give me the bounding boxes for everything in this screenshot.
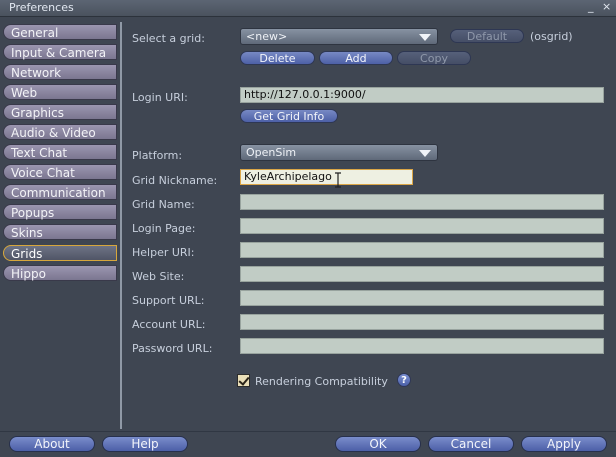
website-label: Web Site: xyxy=(132,270,185,283)
delete-button[interactable]: Delete xyxy=(240,51,315,65)
login-uri-field[interactable]: http://127.0.0.1:9000/ xyxy=(240,87,604,103)
select-grid-label: Select a grid: xyxy=(132,32,205,45)
platform-dropdown[interactable]: OpenSim xyxy=(240,144,438,161)
default-button[interactable]: Default xyxy=(450,29,524,43)
account-url-label: Account URL: xyxy=(132,318,206,331)
text-cursor-icon xyxy=(335,172,341,188)
cancel-button[interactable]: Cancel xyxy=(428,436,514,452)
minimize-icon[interactable]: _ xyxy=(588,0,594,13)
grid-name-field[interactable] xyxy=(240,194,604,210)
close-icon[interactable]: × xyxy=(602,0,611,13)
grid-select-value: <new> xyxy=(246,30,288,43)
login-page-label: Login Page: xyxy=(132,222,196,235)
window-title: Preferences xyxy=(9,1,74,14)
rendering-compat-checkbox[interactable] xyxy=(237,374,250,387)
website-field[interactable] xyxy=(240,266,604,282)
sidebar-item-skins[interactable]: Skins xyxy=(3,224,117,240)
account-url-field[interactable] xyxy=(240,314,604,330)
grid-nickname-label: Grid Nickname: xyxy=(132,174,218,187)
login-uri-label: Login URI: xyxy=(132,91,188,104)
sidebar-item-audio-video[interactable]: Audio & Video xyxy=(3,124,117,140)
current-grid-text: (osgrid) xyxy=(530,30,573,43)
password-url-field[interactable] xyxy=(240,338,604,354)
sidebar-item-input-camera[interactable]: Input & Camera xyxy=(3,44,117,60)
apply-button[interactable]: Apply xyxy=(521,436,607,452)
sidebar-divider xyxy=(120,22,122,429)
login-page-field[interactable] xyxy=(240,218,604,234)
sidebar-item-graphics[interactable]: Graphics xyxy=(3,104,117,120)
sidebar-item-popups[interactable]: Popups xyxy=(3,204,117,220)
add-button[interactable]: Add xyxy=(319,51,393,65)
support-url-field[interactable] xyxy=(240,290,604,306)
grid-name-label: Grid Name: xyxy=(132,198,195,211)
sidebar-item-grids[interactable]: Grids xyxy=(3,245,117,261)
helper-uri-label: Helper URI: xyxy=(132,246,195,259)
footer-divider xyxy=(0,431,616,432)
get-grid-info-button[interactable]: Get Grid Info xyxy=(240,109,338,123)
copy-button[interactable]: Copy xyxy=(397,51,471,65)
grid-select-dropdown[interactable]: <new> xyxy=(240,28,438,45)
sidebar-item-network[interactable]: Network xyxy=(3,64,117,80)
sidebar-item-communication[interactable]: Communication xyxy=(3,184,117,200)
ok-button[interactable]: OK xyxy=(335,436,421,452)
helper-uri-field[interactable] xyxy=(240,242,604,258)
help-icon[interactable]: ? xyxy=(397,373,411,387)
sidebar-item-text-chat[interactable]: Text Chat xyxy=(3,144,117,160)
sidebar-item-voice-chat[interactable]: Voice Chat xyxy=(3,164,117,180)
window-titlebar[interactable]: Preferences _ × xyxy=(0,0,616,17)
sidebar-item-web[interactable]: Web xyxy=(3,84,117,100)
help-button[interactable]: Help xyxy=(102,436,188,452)
checkmark-icon xyxy=(238,374,250,386)
about-button[interactable]: About xyxy=(9,436,95,452)
sidebar-item-general[interactable]: General xyxy=(3,24,117,40)
platform-value: OpenSim xyxy=(246,146,297,159)
support-url-label: Support URL: xyxy=(132,294,205,307)
chevron-down-icon xyxy=(419,34,431,41)
rendering-compat-label: Rendering Compatibility xyxy=(255,375,388,388)
chevron-down-icon xyxy=(419,150,431,157)
sidebar-item-hippo[interactable]: Hippo xyxy=(3,265,117,281)
platform-label: Platform: xyxy=(132,149,183,162)
grid-nickname-field[interactable]: KyleArchipelago xyxy=(240,169,413,185)
password-url-label: Password URL: xyxy=(132,342,213,355)
